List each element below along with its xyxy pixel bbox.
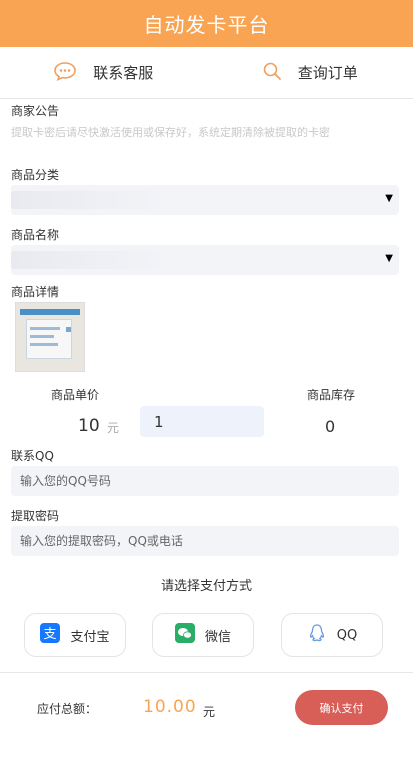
dropdown-arrow-icon: ▼: [385, 253, 393, 264]
payment-method-title: 请选择支付方式: [160, 579, 252, 594]
qq-input[interactable]: [11, 466, 399, 496]
stock-label: 商品库存: [307, 388, 356, 402]
details-label: 商品详情: [11, 285, 60, 299]
category-select[interactable]: ▼: [11, 185, 399, 215]
alipay-label: 支付宝: [70, 629, 110, 645]
confirm-pay-button[interactable]: 确认支付: [295, 690, 388, 725]
notice-label: 商家公告: [11, 104, 60, 118]
contact-service-label: 联系客服: [93, 64, 154, 82]
unit-price-currency: 元: [107, 421, 120, 435]
contact-qq-label: 联系QQ: [11, 449, 54, 463]
chat-bubble-icon: [53, 61, 93, 85]
dropdown-arrow-icon: ▼: [385, 193, 393, 204]
unit-price-value: 10: [78, 416, 100, 436]
total-label: 应付总额：: [37, 702, 98, 716]
contact-service-button[interactable]: 联系客服: [0, 47, 207, 98]
extract-password-input[interactable]: [11, 526, 399, 556]
search-icon: [262, 61, 298, 85]
alipay-icon: 支: [40, 623, 61, 647]
product-name-select[interactable]: ▼: [11, 245, 399, 275]
qq-penguin-icon: [307, 623, 327, 647]
svg-text:支: 支: [44, 627, 57, 642]
extract-password-label: 提取密码: [11, 509, 60, 523]
product-name-label: 商品名称: [11, 228, 60, 242]
category-selected-value: [11, 191, 171, 209]
product-selected-value: [11, 251, 171, 269]
page-title: 自动发卡平台: [143, 13, 270, 37]
notice-text: 提取卡密后请尽快激活使用或保存好，系统定期清除被提取的卡密: [11, 126, 330, 139]
query-order-label: 查询订单: [297, 64, 358, 82]
app-header: 自动发卡平台: [0, 0, 413, 47]
checkout-bar: 应付总额： 10.00 元 确认支付: [0, 672, 413, 766]
qq-pay-button[interactable]: QQ: [281, 613, 383, 657]
total-currency: 元: [203, 705, 216, 719]
wechat-pay-button[interactable]: 微信: [152, 613, 254, 657]
wechat-icon: [174, 623, 195, 647]
category-label: 商品分类: [11, 168, 60, 182]
unit-price-label: 商品单价: [51, 388, 100, 402]
top-nav: 联系客服 查询订单: [0, 47, 413, 99]
stock-value: 0: [325, 417, 336, 436]
wechat-label: 微信: [204, 629, 231, 645]
total-amount: 10.00: [143, 697, 197, 717]
quantity-input[interactable]: [140, 406, 264, 437]
alipay-button[interactable]: 支 支付宝: [24, 613, 126, 657]
product-thumbnail: [15, 302, 85, 372]
query-order-button[interactable]: 查询订单: [207, 47, 413, 98]
qq-label: QQ: [336, 627, 358, 643]
